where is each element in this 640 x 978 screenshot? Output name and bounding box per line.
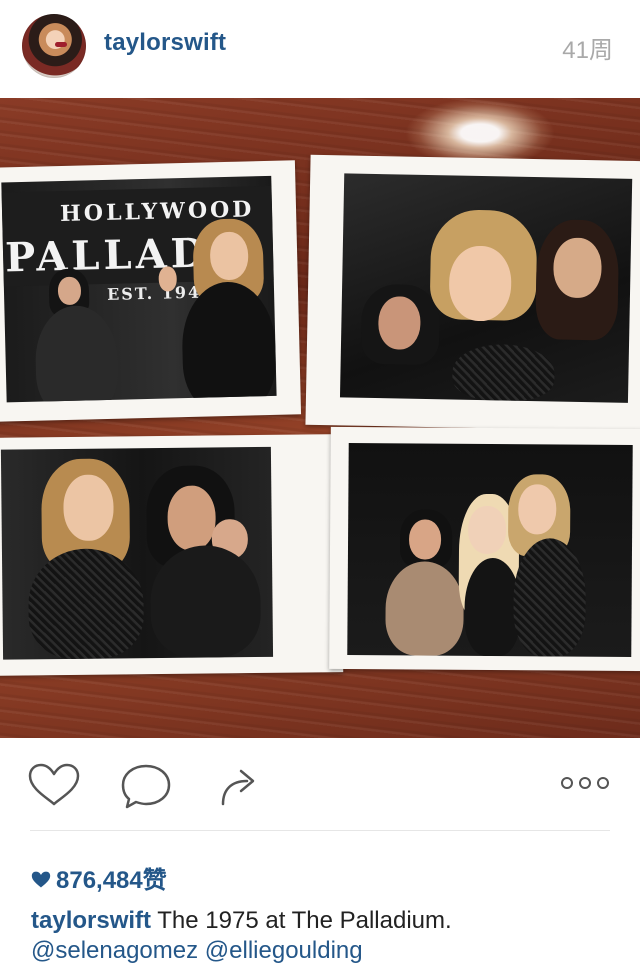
polaroid-photo-3 <box>0 434 344 676</box>
actions-divider <box>30 830 610 831</box>
person-body <box>464 557 521 657</box>
person-body <box>34 304 120 403</box>
polaroid-image-4 <box>347 443 633 657</box>
sign-text-est: EST. 194 <box>106 282 202 304</box>
likes-suffix: 赞 <box>142 867 167 894</box>
post-photo[interactable]: HOLLYWOOD PALLAD EST. 194 <box>0 98 640 738</box>
heart-outline-icon[interactable] <box>27 762 81 808</box>
person-face <box>408 519 442 560</box>
caption-username[interactable]: taylorswift <box>31 907 151 934</box>
person-body <box>451 343 556 402</box>
mention-elliegoulding[interactable]: @elliegoulding <box>205 937 363 964</box>
person-face <box>167 485 216 551</box>
mention-selenagomez[interactable]: @selenagomez <box>31 937 198 964</box>
post-header: taylorswift 41周 <box>0 0 640 98</box>
polaroid-photo-1: HOLLYWOOD PALLAD EST. 194 <box>0 160 302 422</box>
person-body <box>385 561 464 656</box>
post-time-ago: 41周 <box>562 37 613 64</box>
comment-bubble-icon[interactable] <box>119 762 173 810</box>
hand <box>158 266 178 292</box>
username-link[interactable]: taylorswift <box>104 29 226 57</box>
person-face <box>518 484 557 535</box>
post-caption: taylorswift The 1975 at The Palladium. @… <box>31 906 616 966</box>
person-body <box>513 538 587 657</box>
post-actions <box>0 738 640 830</box>
person-body <box>149 544 262 659</box>
polaroid-image-1: HOLLYWOOD PALLAD EST. 194 <box>1 175 277 403</box>
polaroid-image-2 <box>339 173 633 403</box>
user-avatar[interactable] <box>22 14 86 78</box>
more-horizontal-icon[interactable] <box>560 776 610 790</box>
polaroid-photo-4 <box>329 426 640 672</box>
heart-filled-icon <box>31 871 51 888</box>
person-face <box>552 237 603 299</box>
person-face <box>63 474 114 542</box>
polaroid-photo-2 <box>305 154 640 432</box>
share-arrow-icon[interactable] <box>215 762 265 810</box>
likes-number: 876,484 <box>56 867 143 894</box>
sign-text-palladium: PALLAD <box>4 229 210 282</box>
person-face <box>467 505 507 555</box>
person-face <box>377 296 421 350</box>
person-face <box>448 245 512 322</box>
person-face <box>209 231 249 281</box>
person-body <box>27 548 145 660</box>
person-face <box>57 276 82 306</box>
caption-text: The 1975 at The Palladium. <box>157 907 452 934</box>
person-body <box>180 280 277 403</box>
likes-count[interactable]: 876,484赞 <box>31 860 167 895</box>
polaroid-image-3 <box>0 446 274 660</box>
